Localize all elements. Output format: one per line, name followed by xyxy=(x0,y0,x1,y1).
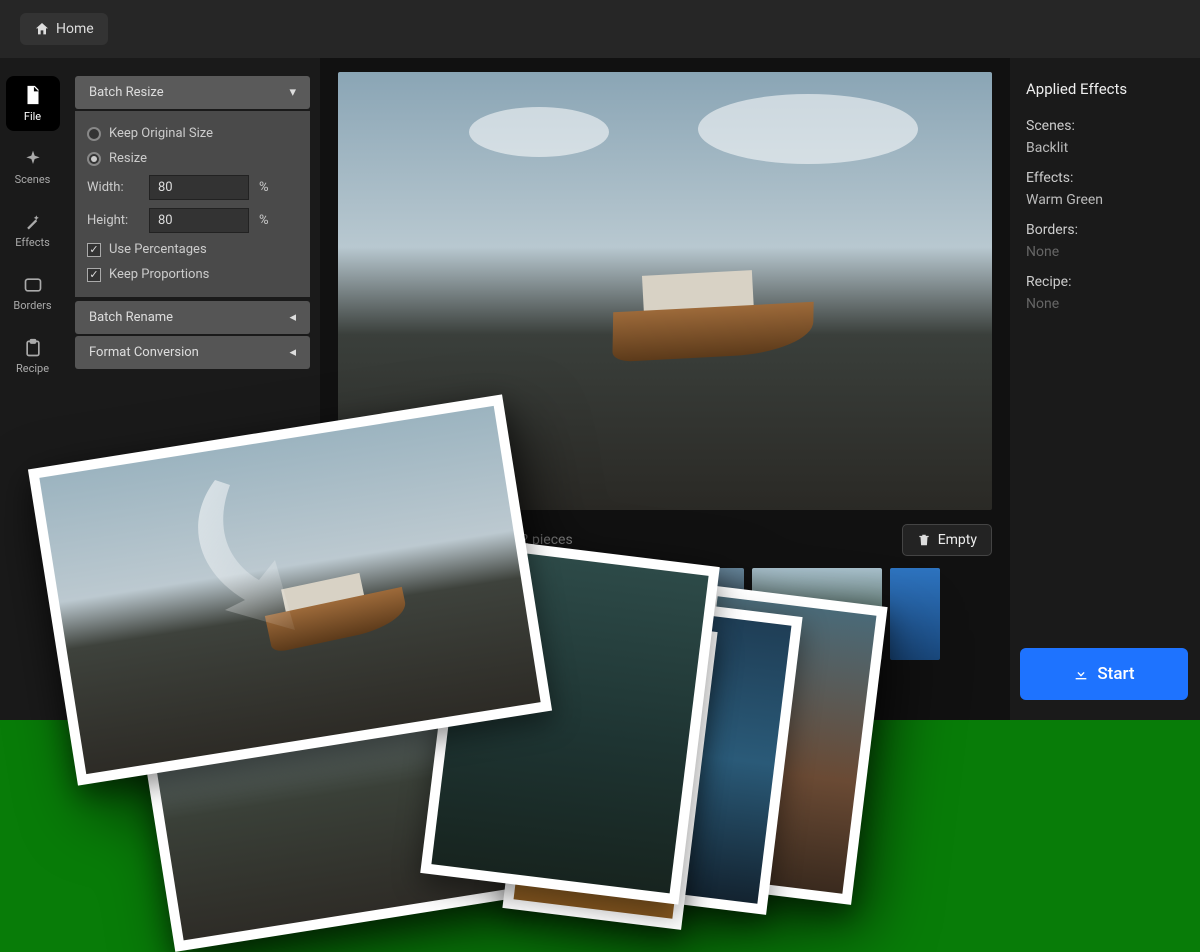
accordion-title: Batch Rename xyxy=(89,310,173,325)
boat-graphic xyxy=(613,247,823,357)
empty-label: Empty xyxy=(938,532,977,548)
add-images-button[interactable]: + Add Images xyxy=(338,524,456,556)
applied-effects-title: Applied Effects xyxy=(1026,80,1184,98)
trash-icon xyxy=(917,533,931,547)
height-unit: % xyxy=(259,213,269,228)
thumbnail[interactable] xyxy=(890,568,940,660)
thumbnail-strip[interactable] xyxy=(320,564,1010,680)
sidebar-label: Effects xyxy=(15,236,50,249)
accordion-title: Format Conversion xyxy=(89,345,199,360)
height-input[interactable] xyxy=(149,208,249,233)
thumbnail[interactable] xyxy=(476,568,606,660)
scenes-label: Scenes: xyxy=(1026,118,1184,134)
center-column: + Add Images Total 12 pieces Empty xyxy=(320,58,1010,720)
frame-icon xyxy=(23,275,43,295)
total-count: Total 12 pieces xyxy=(478,532,573,548)
sidebar-item-borders[interactable]: Borders xyxy=(6,267,60,320)
topbar: Home xyxy=(0,0,1200,58)
options-panel: Batch Resize ▾ Keep Original Size Resize… xyxy=(65,58,320,720)
sidebar-label: Scenes xyxy=(15,173,51,186)
sidebar-label: Recipe xyxy=(16,362,49,375)
sidebar-label: Borders xyxy=(13,299,51,312)
thumbnail-toolbar: + Add Images Total 12 pieces Empty xyxy=(320,510,1010,564)
wand-icon xyxy=(23,212,43,232)
width-input[interactable] xyxy=(149,175,249,200)
width-label: Width: xyxy=(87,180,139,195)
start-button[interactable]: Start xyxy=(1020,648,1188,700)
sidebar-item-effects[interactable]: Effects xyxy=(6,204,60,257)
accordion-batch-rename[interactable]: Batch Rename ◂ xyxy=(75,301,310,334)
thumbnail[interactable] xyxy=(614,568,744,660)
home-icon xyxy=(34,21,50,37)
chevron-down-icon: ▾ xyxy=(289,85,296,100)
radio-label: Keep Original Size xyxy=(109,126,213,141)
home-label: Home xyxy=(56,21,94,37)
accordion-batch-resize[interactable]: Batch Resize ▾ xyxy=(75,76,310,109)
accordion-title: Batch Resize xyxy=(89,85,164,100)
effects-label: Effects: xyxy=(1026,170,1184,186)
checkbox-icon xyxy=(87,268,101,282)
workspace: File Scenes Effects Borders Recipe Bat xyxy=(0,58,1200,720)
accordion-format-conversion[interactable]: Format Conversion ◂ xyxy=(75,336,310,369)
sidebar-item-recipe[interactable]: Recipe xyxy=(6,330,60,383)
sidebar-item-scenes[interactable]: Scenes xyxy=(6,141,60,194)
right-panel: Applied Effects Scenes: Backlit Effects:… xyxy=(1010,58,1200,720)
radio-resize[interactable]: Resize xyxy=(87,146,298,171)
batch-resize-body: Keep Original Size Resize Width: % Heigh… xyxy=(75,111,310,297)
radio-icon xyxy=(87,127,101,141)
app-window: Home File Scenes Effects Borders xyxy=(0,0,1200,720)
check-keep-proportions[interactable]: Keep Proportions xyxy=(87,262,298,287)
sidebar: File Scenes Effects Borders Recipe xyxy=(0,58,65,720)
download-icon xyxy=(1073,666,1089,682)
sidebar-label: File xyxy=(24,110,41,123)
preview-image xyxy=(338,72,992,510)
scenes-value: Backlit xyxy=(1026,140,1184,156)
width-unit: % xyxy=(259,180,269,195)
radio-keep-original[interactable]: Keep Original Size xyxy=(87,121,298,146)
home-button[interactable]: Home xyxy=(20,13,108,45)
check-use-percentages[interactable]: Use Percentages xyxy=(87,237,298,262)
sidebar-item-file[interactable]: File xyxy=(6,76,60,131)
chevron-left-icon: ◂ xyxy=(289,345,296,360)
width-row: Width: % xyxy=(87,171,298,204)
borders-value: None xyxy=(1026,244,1184,260)
empty-button[interactable]: Empty xyxy=(902,524,992,556)
radio-label: Resize xyxy=(109,151,147,166)
recipe-value: None xyxy=(1026,296,1184,312)
check-label: Use Percentages xyxy=(109,242,207,257)
clipboard-icon xyxy=(23,338,43,358)
checkbox-icon xyxy=(87,243,101,257)
add-images-label: + Add Images xyxy=(354,532,440,548)
height-label: Height: xyxy=(87,213,139,228)
radio-icon xyxy=(87,152,101,166)
thumbnail[interactable] xyxy=(338,568,468,660)
borders-label: Borders: xyxy=(1026,222,1184,238)
file-icon xyxy=(22,84,44,106)
height-row: Height: % xyxy=(87,204,298,237)
start-label: Start xyxy=(1097,664,1134,684)
thumbnail[interactable] xyxy=(752,568,882,660)
check-label: Keep Proportions xyxy=(109,267,209,282)
sparkle-icon xyxy=(23,149,43,169)
effects-value: Warm Green xyxy=(1026,192,1184,208)
recipe-label: Recipe: xyxy=(1026,274,1184,290)
chevron-left-icon: ◂ xyxy=(289,310,296,325)
